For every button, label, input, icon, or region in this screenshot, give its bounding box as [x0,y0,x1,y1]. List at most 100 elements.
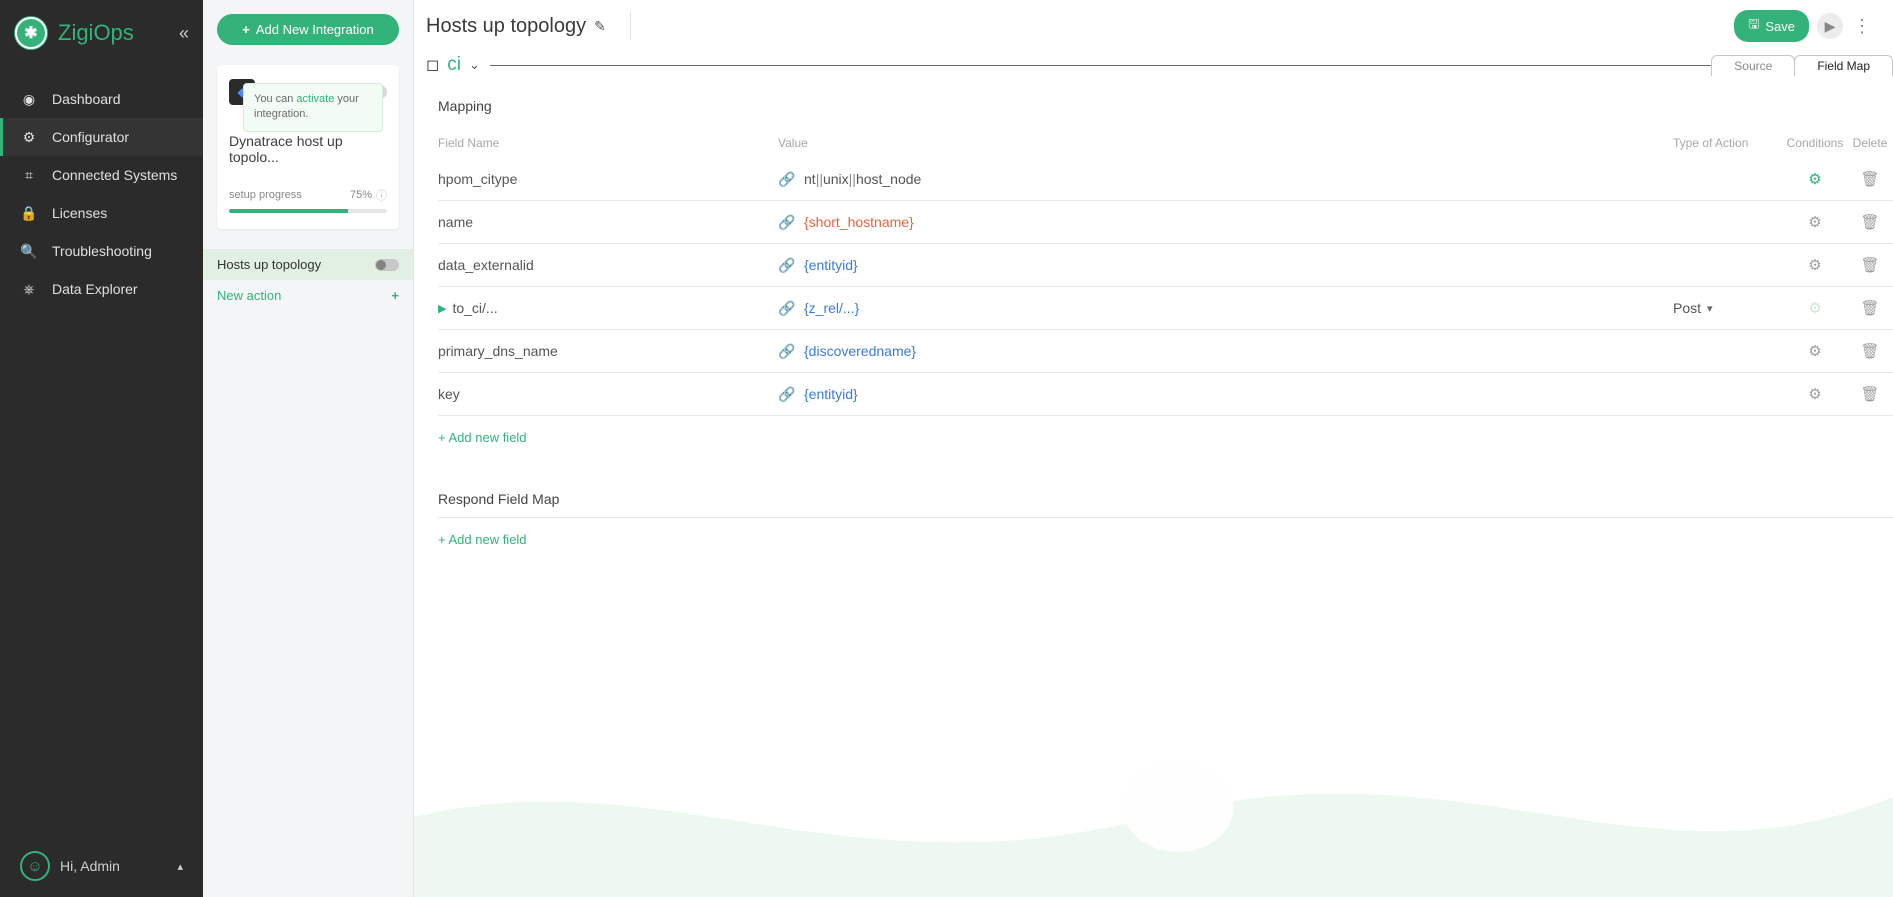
mapping-row: data_externalid 🔗{entityid} ⚙ 🗑 [438,244,1893,287]
save-icon: 🖫 [1748,15,1759,37]
action-cell[interactable]: Post▾ [1673,300,1783,316]
field-name: key [438,386,460,402]
link-icon: 🔗 [778,257,794,273]
trash-icon[interactable]: 🗑 [1860,214,1879,231]
value-cell[interactable]: 🔗{entityid} [778,257,1673,273]
value-cell[interactable]: 🔗{discoveredname} [778,343,1673,359]
plus-icon: + [242,22,250,37]
nav-troubleshooting[interactable]: 🔍 Troubleshooting [0,232,203,270]
action-new[interactable]: New action + [203,280,413,311]
trash-icon[interactable]: 🗑 [1860,300,1879,317]
trash-icon[interactable]: 🗑 [1860,257,1879,274]
action-hosts-up-topology[interactable]: Hosts up topology [203,249,413,280]
conditions-cell[interactable]: ⚙ [1783,213,1847,231]
expand-icon[interactable]: ▶ [438,302,446,315]
delete-cell[interactable]: 🗑 [1847,385,1893,403]
add-field-link[interactable]: + Add new field [438,416,527,465]
profile-bar[interactable]: ☺ Hi, Admin ▴ [0,835,203,897]
conditions-cell[interactable]: ⚙ [1783,342,1847,360]
content-area: Mapping Field Name Value Type of Action … [414,76,1893,897]
trash-icon[interactable]: 🗑 [1860,343,1879,360]
field-name: to_ci/... [452,300,497,316]
respond-title: Respond Field Map [438,491,1893,507]
save-label: Save [1765,19,1795,34]
field-cell[interactable]: data_externalid [438,257,778,273]
nav-label: Licenses [52,205,107,221]
value-token: {entityid} [804,386,858,402]
field-cell[interactable]: hpom_citype [438,171,778,187]
breadcrumb-row: ◻ ci ⌄ Source Field Map [414,54,1893,76]
nav-configurator[interactable]: ⚙ Configurator [0,118,203,156]
nav-label: Data Explorer [52,281,138,297]
field-name: primary_dns_name [438,343,558,359]
field-cell[interactable]: ▶ to_ci/... [438,300,778,316]
tab-field-map[interactable]: Field Map [1794,55,1893,76]
activate-link[interactable]: activate [296,93,334,105]
nav-connected-systems[interactable]: ⌗ Connected Systems [0,156,203,194]
nav-data-explorer[interactable]: ⎈ Data Explorer [0,270,203,308]
collapse-sidebar-icon[interactable]: « [179,23,189,44]
value-cell[interactable]: 🔗{short_hostname} [778,214,1673,230]
nav-label: Dashboard [52,91,121,107]
conditions-gear-icon[interactable]: ⚙ [1808,386,1821,403]
field-cell[interactable]: key [438,386,778,402]
save-button[interactable]: 🖫 Save [1734,10,1809,42]
trash-icon[interactable]: 🗑 [1860,386,1879,403]
search-icon: 🔍 [20,242,38,260]
conditions-cell[interactable]: ⚙ [1783,170,1847,188]
header-value: Value [778,136,1673,150]
nav-dashboard[interactable]: ◉ Dashboard [0,80,203,118]
sidebar: ✱ ZigiOps « ◉ Dashboard ⚙ Configurator ⌗… [0,0,203,897]
progress-value: 75% [350,189,372,201]
link-icon: 🔗 [778,300,794,316]
link-icon: 🔗 [778,343,794,359]
value-token: {z_rel/...} [804,300,859,316]
run-button[interactable]: ▶ [1817,13,1843,39]
value-token: || [816,171,823,187]
delete-cell[interactable]: 🗑 [1847,299,1893,317]
breadcrumb-entity[interactable]: ci [447,54,461,76]
field-cell[interactable]: primary_dns_name [438,343,778,359]
value-token: nt [804,171,816,187]
trash-icon[interactable]: 🗑 [1860,171,1879,188]
value-cell[interactable]: 🔗 {entityid} [778,386,1673,402]
more-menu-icon[interactable]: ⋮ [1851,16,1873,37]
delete-cell[interactable]: 🗑 [1847,213,1893,231]
conditions-gear-icon[interactable]: ⚙ [1808,300,1821,317]
value-token: unix [823,171,849,187]
mapping-row: hpom_citype🔗nt||unix||host_node⚙🗑 [438,158,1893,201]
mapping-table: Field Name Value Type of Action Conditio… [438,132,1893,416]
conditions-cell[interactable]: ⚙ [1783,256,1847,274]
field-cell[interactable]: name [438,214,778,230]
nav-licenses[interactable]: 🔒 Licenses [0,194,203,232]
plus-icon: + [391,288,399,303]
conditions-gear-icon[interactable]: ⚙ [1808,257,1821,274]
setup-progress-row: setup progress 75% ⓘ [229,187,387,203]
edit-icon[interactable]: ✎ [594,18,606,35]
delete-cell[interactable]: 🗑 [1847,342,1893,360]
value-cell[interactable]: 🔗 {z_rel/...} [778,300,1673,316]
add-integration-button[interactable]: + Add New Integration [217,14,399,45]
tab-source[interactable]: Source [1711,55,1795,76]
main-area: Hosts up topology ✎ 🖫 Save ▶ ⋮ ◻ ci ⌄ So… [414,0,1893,897]
delete-cell[interactable]: 🗑 [1847,170,1893,188]
add-respond-field-link[interactable]: + Add new field [438,518,527,567]
value-token: host_node [856,171,921,187]
page-header: Hosts up topology ✎ 🖫 Save ▶ ⋮ [414,0,1893,50]
integration-title: Dynatrace host up topolo... [229,133,387,165]
conditions-cell[interactable]: ⚙ [1783,385,1847,403]
link-icon: 🔗 [778,386,794,402]
conditions-gear-icon[interactable]: ⚙ [1808,343,1821,360]
info-icon[interactable]: ⓘ [376,187,387,203]
conditions-gear-icon[interactable]: ⚙ [1808,214,1821,231]
avatar-icon: ☺ [20,851,50,881]
value-cell[interactable]: 🔗nt||unix||host_node [778,171,1673,187]
action-toggle[interactable] [375,259,399,271]
field-name: data_externalid [438,257,534,273]
nav-label: Configurator [52,129,129,145]
conditions-cell[interactable]: ⚙ [1783,299,1847,317]
mapping-title: Mapping [438,98,1893,114]
chevron-down-icon[interactable]: ⌄ [469,57,480,73]
conditions-gear-icon[interactable]: ⚙ [1808,171,1821,188]
delete-cell[interactable]: 🗑 [1847,256,1893,274]
